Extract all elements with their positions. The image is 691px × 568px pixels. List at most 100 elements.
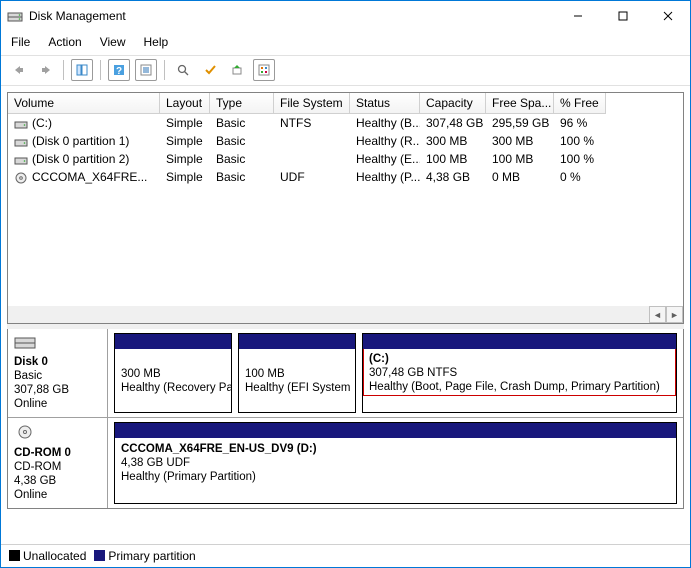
volume-row[interactable]: (Disk 0 partition 1) SimpleBasic Healthy (… [8, 132, 683, 150]
volume-pctfree: 100 % [554, 132, 606, 150]
volume-free: 100 MB [486, 150, 554, 168]
refresh-button[interactable] [135, 59, 157, 81]
volume-status: Healthy (B... [350, 114, 420, 132]
volume-status: Healthy (R... [350, 132, 420, 150]
attach-vhd-button[interactable] [226, 59, 248, 81]
partition-status: Healthy (EFI System [245, 382, 350, 394]
scroll-left-button[interactable]: ◄ [649, 306, 666, 323]
volume-name: (Disk 0 partition 2) [32, 151, 129, 167]
volume-type: Basic [210, 132, 274, 150]
close-button[interactable] [645, 2, 690, 30]
volume-fs [274, 150, 350, 168]
forward-button[interactable] [34, 59, 56, 81]
volume-capacity: 300 MB [420, 132, 486, 150]
volume-free: 300 MB [486, 132, 554, 150]
titlebar: Disk Management [1, 1, 690, 31]
volume-name: (Disk 0 partition 1) [32, 133, 129, 149]
disk-size: 4,38 GB [14, 475, 56, 487]
partition-label: (C:) [369, 353, 389, 365]
legend-unallocated-label: Unallocated [23, 549, 86, 563]
volume-layout: Simple [160, 168, 210, 186]
volume-free: 295,59 GB [486, 114, 554, 132]
col-layout[interactable]: Layout [160, 93, 210, 114]
partition-header-bar [115, 423, 676, 438]
apply-button[interactable] [199, 59, 221, 81]
col-pctfree[interactable]: % Free [554, 93, 606, 114]
volume-type: Basic [210, 150, 274, 168]
disk-map: Disk 0 Basic 307,88 GB Online 300 MB Hea… [7, 329, 684, 509]
column-headers[interactable]: Volume Layout Type File System Status Ca… [8, 93, 683, 114]
cdrom-icon [14, 424, 103, 444]
menu-view[interactable]: View [98, 33, 128, 51]
scroll-right-button[interactable]: ► [666, 306, 683, 323]
toolbar-separator [63, 60, 64, 80]
maximize-button[interactable] [600, 2, 645, 30]
volume-pctfree: 0 % [554, 168, 606, 186]
menu-help[interactable]: Help [142, 33, 171, 51]
partition-efi[interactable]: 100 MB Healthy (EFI System [238, 333, 356, 413]
volume-layout: Simple [160, 132, 210, 150]
volume-capacity: 4,38 GB [420, 168, 486, 186]
partition-size: 100 MB [245, 368, 285, 380]
disk-icon [14, 335, 103, 353]
legend-primary: Primary partition [94, 549, 195, 563]
toolbar-separator [100, 60, 101, 80]
volume-type: Basic [210, 168, 274, 186]
disk-type: Basic [14, 370, 42, 382]
disk-type: CD-ROM [14, 461, 61, 473]
disk-title: CD-ROM 0 [14, 447, 71, 459]
volume-status: Healthy (E... [350, 150, 420, 168]
toolbar-separator [164, 60, 165, 80]
partition-size: 300 MB [121, 368, 161, 380]
volume-pctfree: 100 % [554, 150, 606, 168]
col-freespace[interactable]: Free Spa... [486, 93, 554, 114]
show-hide-tree-button[interactable] [71, 59, 93, 81]
volume-row[interactable]: (C:)SimpleBasicNTFSHealthy (B...307,48 G… [8, 114, 683, 132]
minimize-button[interactable] [555, 2, 600, 30]
partition-header-bar [363, 334, 676, 349]
horizontal-scrollbar[interactable]: ◄ ► [8, 306, 683, 323]
disk-size: 307,88 GB [14, 384, 69, 396]
rescan-button[interactable] [172, 59, 194, 81]
disk-row-disk0[interactable]: Disk 0 Basic 307,88 GB Online 300 MB Hea… [8, 329, 683, 418]
partition-size: 307,48 GB NTFS [369, 367, 457, 379]
volume-name: (C:) [32, 115, 52, 131]
disk-info-disk0: Disk 0 Basic 307,88 GB Online [8, 329, 108, 417]
col-volume[interactable]: Volume [8, 93, 160, 114]
col-type[interactable]: Type [210, 93, 274, 114]
back-button[interactable] [7, 59, 29, 81]
partition-c[interactable]: (C:) 307,48 GB NTFS Healthy (Boot, Page … [362, 333, 677, 413]
volume-pctfree: 96 % [554, 114, 606, 132]
menu-action[interactable]: Action [46, 33, 83, 51]
disk-icon [14, 118, 28, 128]
volume-list[interactable]: Volume Layout Type File System Status Ca… [7, 92, 684, 324]
disk-title: Disk 0 [14, 356, 48, 368]
partition-recovery[interactable]: 300 MB Healthy (Recovery Partit [114, 333, 232, 413]
col-filesystem[interactable]: File System [274, 93, 350, 114]
app-icon [7, 8, 23, 24]
col-status[interactable]: Status [350, 93, 420, 114]
toolbar: ? [1, 55, 690, 86]
partition-status: Healthy (Primary Partition) [121, 471, 256, 483]
settings-button[interactable] [253, 59, 275, 81]
volume-fs: NTFS [274, 114, 350, 132]
volume-row[interactable]: CCCOMA_X64FRE...SimpleBasicUDFHealthy (P… [8, 168, 683, 186]
volume-row[interactable]: (Disk 0 partition 2)SimpleBasicHealthy (… [8, 150, 683, 168]
volume-status: Healthy (P... [350, 168, 420, 186]
menu-file[interactable]: File [9, 33, 32, 51]
disk-state: Online [14, 398, 47, 410]
partition-size: 4,38 GB UDF [121, 457, 190, 469]
volume-capacity: 307,48 GB [420, 114, 486, 132]
volume-capacity: 100 MB [420, 150, 486, 168]
help-button[interactable]: ? [108, 59, 130, 81]
disk-icon [14, 136, 28, 146]
partition-status: Healthy (Recovery Partit [121, 382, 231, 394]
volume-free: 0 MB [486, 168, 554, 186]
disk-row-cdrom0[interactable]: CD-ROM 0 CD-ROM 4,38 GB Online CCCOMA_X6… [8, 418, 683, 508]
volume-fs [274, 132, 350, 150]
partition-dvd[interactable]: CCCOMA_X64FRE_EN-US_DV9 (D:) 4,38 GB UDF… [114, 422, 677, 504]
volume-fs: UDF [274, 168, 350, 186]
col-capacity[interactable]: Capacity [420, 93, 486, 114]
partition-header-bar [115, 334, 231, 349]
disk-info-cdrom0: CD-ROM 0 CD-ROM 4,38 GB Online [8, 418, 108, 508]
